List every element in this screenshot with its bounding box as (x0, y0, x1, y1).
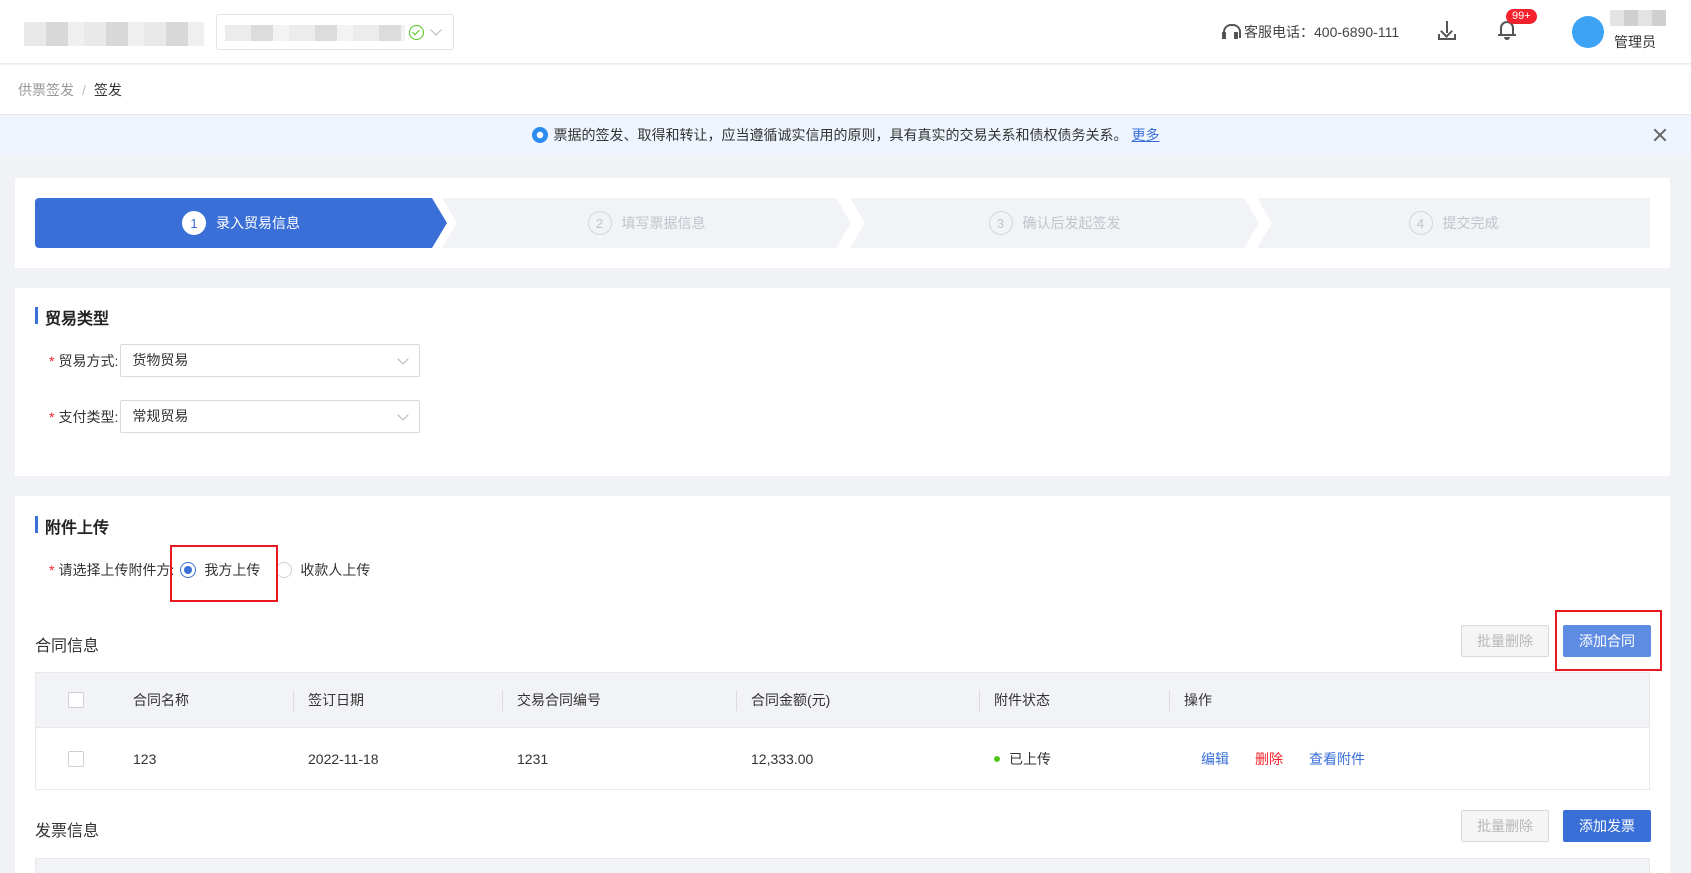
notice-banner: 票据的签发、取得和转让，应当遵循诚实信用的原则，具有真实的交易关系和债权债务关系… (0, 116, 1691, 154)
payment-type-value: 常规贸易 (132, 408, 189, 424)
radio-payee-upload[interactable]: 收款人上传 (276, 560, 370, 580)
breadcrumb-separator: / (82, 81, 86, 98)
add-invoice-button[interactable]: 添加发票 (1563, 810, 1651, 842)
trade-method-value: 货物贸易 (132, 352, 189, 368)
table-header: 合同名称 签订日期 交易合同编号 合同金额(元) 附件状态 操作 (36, 673, 1649, 728)
hotline-text: 客服电话：400-6890-111 (1244, 24, 1400, 40)
contract-number: 1231 (517, 750, 549, 767)
column-header: 签订日期 (293, 673, 502, 727)
step-4: 4 提交完成 (1257, 198, 1650, 248)
trade-method-label: 贸易方式: (58, 352, 119, 369)
section-title-trade-type: 贸易类型 (35, 305, 109, 329)
step-3: 3 确认后发起签发 (850, 198, 1259, 248)
company-logo-blurred (24, 22, 204, 46)
contract-section-title: 合同信息 (35, 638, 100, 655)
payment-type-row: * 支付类型: 常规贸易 (49, 400, 421, 433)
notification-badge: 99+ (1506, 9, 1537, 24)
step-number: 4 (1408, 211, 1433, 235)
column-header: 合同名称 (133, 692, 189, 708)
section-title-attachment: 附件上传 (35, 514, 109, 538)
contract-batch-delete-button[interactable]: 批量删除 (1461, 625, 1549, 657)
step-label: 提交完成 (1442, 215, 1499, 231)
avatar[interactable] (1572, 16, 1604, 48)
column-header: 操作 (1169, 673, 1469, 727)
notice-more-link[interactable]: 更多 (1132, 125, 1160, 145)
row-actions: 编辑 删除 查看附件 (1201, 728, 1391, 789)
breadcrumb-current: 签发 (93, 81, 122, 98)
delete-link[interactable]: 删除 (1255, 749, 1283, 769)
contract-table: 合同名称 签订日期 交易合同编号 合同金额(元) 附件状态 操作 123 202… (35, 672, 1650, 790)
step-2: 2 填写票据信息 (442, 198, 851, 248)
contract-date: 2022-11-18 (308, 750, 379, 767)
column-header: 交易合同编号 (502, 673, 736, 727)
chevron-down-icon (397, 353, 410, 365)
chevron-down-icon (430, 24, 442, 36)
row-checkbox-cell (68, 728, 84, 789)
annotation-highlight-box (170, 545, 278, 602)
progress-steps: 1 录入贸易信息 2 填写票据信息 3 确认后发起签发 4 提交完成 (35, 198, 1650, 248)
column-header: 附件状态 (979, 673, 1169, 727)
edit-link[interactable]: 编辑 (1201, 749, 1229, 769)
user-role: 管理员 (1614, 34, 1656, 50)
radio-dot (276, 562, 293, 578)
user-name-blurred (1610, 10, 1666, 26)
invoice-section-title: 发票信息 (35, 823, 100, 840)
headset-icon (1222, 24, 1241, 40)
invoice-batch-delete-button[interactable]: 批量删除 (1461, 810, 1549, 842)
breadcrumb: 供票签发 / 签发 (0, 65, 1691, 115)
top-header: 客服电话：400-6890-111 99+ 管理员 (0, 0, 1691, 64)
radio-label: 收款人上传 (300, 562, 371, 578)
close-icon[interactable] (1653, 128, 1667, 142)
step-number: 2 (587, 211, 612, 235)
column-header: 合同金额(元) (736, 673, 979, 727)
chevron-down-icon (397, 409, 410, 421)
table-row: 123 2022-11-18 1231 12,333.00 已上传 编辑 删除 … (36, 728, 1649, 789)
contract-name: 123 (133, 750, 157, 767)
step-label: 填写票据信息 (621, 215, 706, 231)
select-all-checkbox[interactable] (68, 692, 84, 708)
step-label: 录入贸易信息 (216, 215, 300, 231)
organization-name-blurred (225, 25, 405, 41)
attachment-status-text: 已上传 (1009, 750, 1051, 767)
download-icon[interactable] (1436, 20, 1458, 42)
breadcrumb-parent[interactable]: 供票签发 (18, 80, 74, 100)
step-1: 1 录入贸易信息 (35, 198, 447, 248)
verified-check-icon (409, 25, 424, 40)
contract-amount: 12,333.00 (751, 750, 814, 767)
organization-select[interactable] (216, 14, 454, 50)
uploader-label: 请选择上传附件方: (58, 562, 175, 578)
info-icon (531, 127, 548, 143)
steps-card: 1 录入贸易信息 2 填写票据信息 3 确认后发起签发 4 提交完成 (15, 178, 1670, 268)
trade-method-select[interactable]: 货物贸易 (120, 344, 421, 377)
customer-hotline: 客服电话：400-6890-111 (1222, 20, 1399, 44)
step-number: 3 (988, 211, 1013, 235)
step-label: 确认后发起签发 (1022, 215, 1121, 231)
attachment-status: 已上传 (994, 728, 1051, 789)
select-all-checkbox-cell (68, 673, 84, 727)
row-checkbox[interactable] (68, 750, 84, 767)
status-dot (994, 755, 1000, 762)
required-mark: * (49, 562, 55, 578)
notice-text: 票据的签发、取得和转让，应当遵循诚实信用的原则，具有真实的交易关系和债权债务关系… (553, 127, 1128, 143)
view-attachment-link[interactable]: 查看附件 (1309, 749, 1365, 769)
invoice-table-header (35, 858, 1650, 873)
payment-type-select[interactable]: 常规贸易 (120, 400, 421, 433)
attachment-card: 附件上传 * 请选择上传附件方: 我方上传 收款人上传 合同信息 批量删除 添加… (15, 496, 1670, 873)
annotation-highlight-box (1555, 610, 1662, 671)
required-mark: * (49, 408, 55, 425)
required-mark: * (49, 352, 55, 369)
trade-type-card: 贸易类型 * 贸易方式: 货物贸易 * 支付类型: 常规贸易 (15, 288, 1670, 476)
payment-type-label: 支付类型: (58, 408, 119, 425)
trade-method-row: * 贸易方式: 货物贸易 (49, 344, 421, 377)
step-number: 1 (182, 211, 206, 235)
